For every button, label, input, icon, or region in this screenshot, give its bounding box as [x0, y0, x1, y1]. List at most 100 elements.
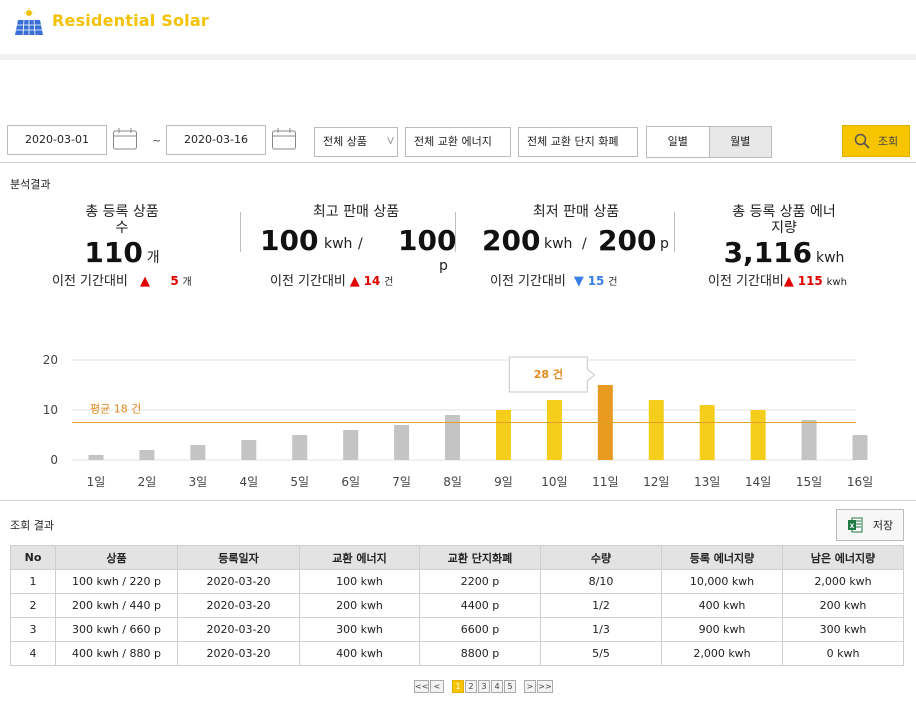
page-prev-button[interactable]: < — [430, 680, 444, 693]
table-cell: 2200 p — [419, 569, 541, 594]
stat-label: 최고 판매 상품 — [312, 204, 400, 220]
table-row[interactable]: 4 400 kwh / 880 p 2020-03-20 400 kwh 880… — [10, 641, 904, 666]
stat-value-b: 200 — [598, 224, 657, 257]
stat-label: 총 등록 상품 에너 — [732, 204, 836, 220]
compare-label: 이전 기간대비 — [490, 274, 566, 289]
y-tick-label: 20 — [43, 353, 58, 367]
currency-select-value: 전체 교환 단지 화폐 — [527, 135, 619, 148]
stat-delta-unit: 개 — [182, 277, 192, 288]
table-cell: 3 — [10, 617, 56, 642]
calendar-icon[interactable] — [271, 127, 297, 151]
compare-label: 이전 기간대비 — [708, 274, 784, 289]
pagination: << < 1 2 3 4 5 > >> — [414, 680, 554, 694]
compare-label: 이전 기간대비 — [270, 274, 346, 289]
table-cell: 900 kwh — [661, 617, 783, 642]
table-cell: 400 kwh — [661, 593, 783, 618]
table-cell: 10,000 kwh — [661, 569, 783, 594]
x-tick-label: 9일 — [494, 475, 513, 489]
table-cell: 5/5 — [540, 641, 662, 666]
page-button-5[interactable]: 5 — [504, 680, 516, 693]
stat-unit-b: p — [439, 258, 448, 274]
column-header: 등록 에너지량 — [661, 545, 783, 570]
chart-bar — [495, 410, 511, 460]
stat-value: 110 — [84, 236, 143, 269]
app-header: Residential Solar — [0, 0, 916, 54]
search-icon — [854, 133, 870, 149]
x-tick-label: 5일 — [290, 475, 309, 489]
stat-delta: 15 — [587, 274, 605, 288]
column-header: 교환 단지화폐 — [419, 545, 541, 570]
table-cell: 1 — [10, 569, 56, 594]
chart-bar — [801, 420, 817, 460]
page-button-3[interactable]: 3 — [478, 680, 490, 693]
x-tick-label: 2일 — [138, 475, 157, 489]
stat-compare-2: 이전 기간대비 ▲ 14 건 — [270, 270, 440, 289]
page-button-4[interactable]: 4 — [491, 680, 503, 693]
stat-unit-b: p — [660, 236, 669, 252]
stat-delta: 14 — [363, 274, 381, 288]
column-header: 상품 — [55, 545, 178, 570]
average-label: 평균 18 건 — [90, 403, 141, 416]
x-tick-label: 15일 — [796, 475, 822, 489]
chart-bar — [88, 455, 104, 460]
arrow-down-icon: ▼ — [569, 274, 584, 289]
chart-bar — [394, 425, 410, 460]
stat-delta-unit: 건 — [384, 277, 394, 288]
end-date-input[interactable]: 2020-03-16 — [166, 125, 266, 155]
y-tick-label: 10 — [43, 403, 58, 417]
chart-divider — [0, 500, 916, 501]
page-button-2[interactable]: 2 — [465, 680, 477, 693]
results-table: No 상품 등록일자 교환 에너지 교환 단지화폐 수량 등록 에너지량 남은 … — [10, 545, 904, 666]
x-tick-label: 4일 — [239, 475, 258, 489]
stat-slash: / — [358, 236, 363, 252]
excel-icon: x — [847, 517, 863, 533]
chart-bar — [852, 435, 868, 460]
chart-bar — [648, 400, 664, 460]
product-select[interactable]: 전체 상품 V — [314, 127, 398, 157]
table-cell: 4400 p — [419, 593, 541, 618]
calendar-icon[interactable] — [112, 127, 138, 151]
x-tick-label: 13일 — [694, 475, 720, 489]
product-select-value: 전체 상품 — [323, 135, 367, 148]
stat-compare-1: 이전 기간대비 ▲ 5 개 — [52, 270, 222, 289]
page-button-1[interactable]: 1 — [452, 680, 464, 693]
table-cell: 0 kwh — [782, 641, 904, 666]
x-tick-label: 8일 — [443, 475, 462, 489]
table-cell: 200 kwh — [299, 593, 420, 618]
search-button[interactable]: 조회 — [842, 125, 910, 157]
currency-select[interactable]: 전체 교환 단지 화폐 — [518, 127, 638, 157]
arrow-up-icon: ▲ — [783, 274, 794, 289]
period-option-monthly[interactable]: 월별 — [708, 127, 771, 157]
stat-bottom-product: 최저 판매 상품 200 kwh / 200 p — [478, 204, 674, 262]
daily-bar-chart: 0 10 20 1일 2일 3일 4일 5일 6일 7일 8일 9일 10일 11일 12일 13일 14일 15… — [43, 353, 873, 489]
save-button[interactable]: x 저장 — [836, 509, 904, 541]
start-date-input[interactable]: 2020-03-01 — [7, 125, 107, 155]
x-tick-label: 1일 — [87, 475, 106, 489]
page-first-button[interactable]: << — [414, 680, 429, 693]
column-header: 남은 에너지량 — [782, 545, 904, 570]
stat-divider — [674, 212, 675, 252]
period-toggle: 일별 월별 — [646, 126, 772, 158]
table-cell: 8800 p — [419, 641, 541, 666]
energy-select[interactable]: 전체 교환 에너지 — [405, 127, 511, 157]
stat-value-b: 100 — [398, 224, 457, 257]
column-header: 등록일자 — [177, 545, 300, 570]
stat-label-cont: 수 — [115, 220, 129, 236]
energy-select-value: 전체 교환 에너지 — [414, 135, 492, 148]
table-cell: 100 kwh / 220 p — [55, 569, 178, 594]
stat-value-a: 100 — [260, 224, 319, 257]
filter-divider — [0, 162, 916, 163]
table-row[interactable]: 3 300 kwh / 660 p 2020-03-20 300 kwh 660… — [10, 617, 904, 642]
stat-value-a: 200 — [482, 224, 541, 257]
page-next-button[interactable]: > — [524, 680, 536, 693]
column-header: 수량 — [540, 545, 662, 570]
table-row[interactable]: 1 100 kwh / 220 p 2020-03-20 100 kwh 220… — [10, 569, 904, 594]
table-cell: 2 — [10, 593, 56, 618]
stat-top-product: 최고 판매 상품 100 kwh / 100 p — [258, 204, 457, 274]
table-cell: 2,000 kwh — [782, 569, 904, 594]
header-divider — [0, 54, 916, 60]
table-row[interactable]: 2 200 kwh / 440 p 2020-03-20 200 kwh 440… — [10, 593, 904, 618]
table-header-row: No 상품 등록일자 교환 에너지 교환 단지화폐 수량 등록 에너지량 남은 … — [10, 545, 904, 570]
period-option-daily[interactable]: 일별 — [647, 127, 709, 157]
page-last-button[interactable]: >> — [537, 680, 553, 693]
